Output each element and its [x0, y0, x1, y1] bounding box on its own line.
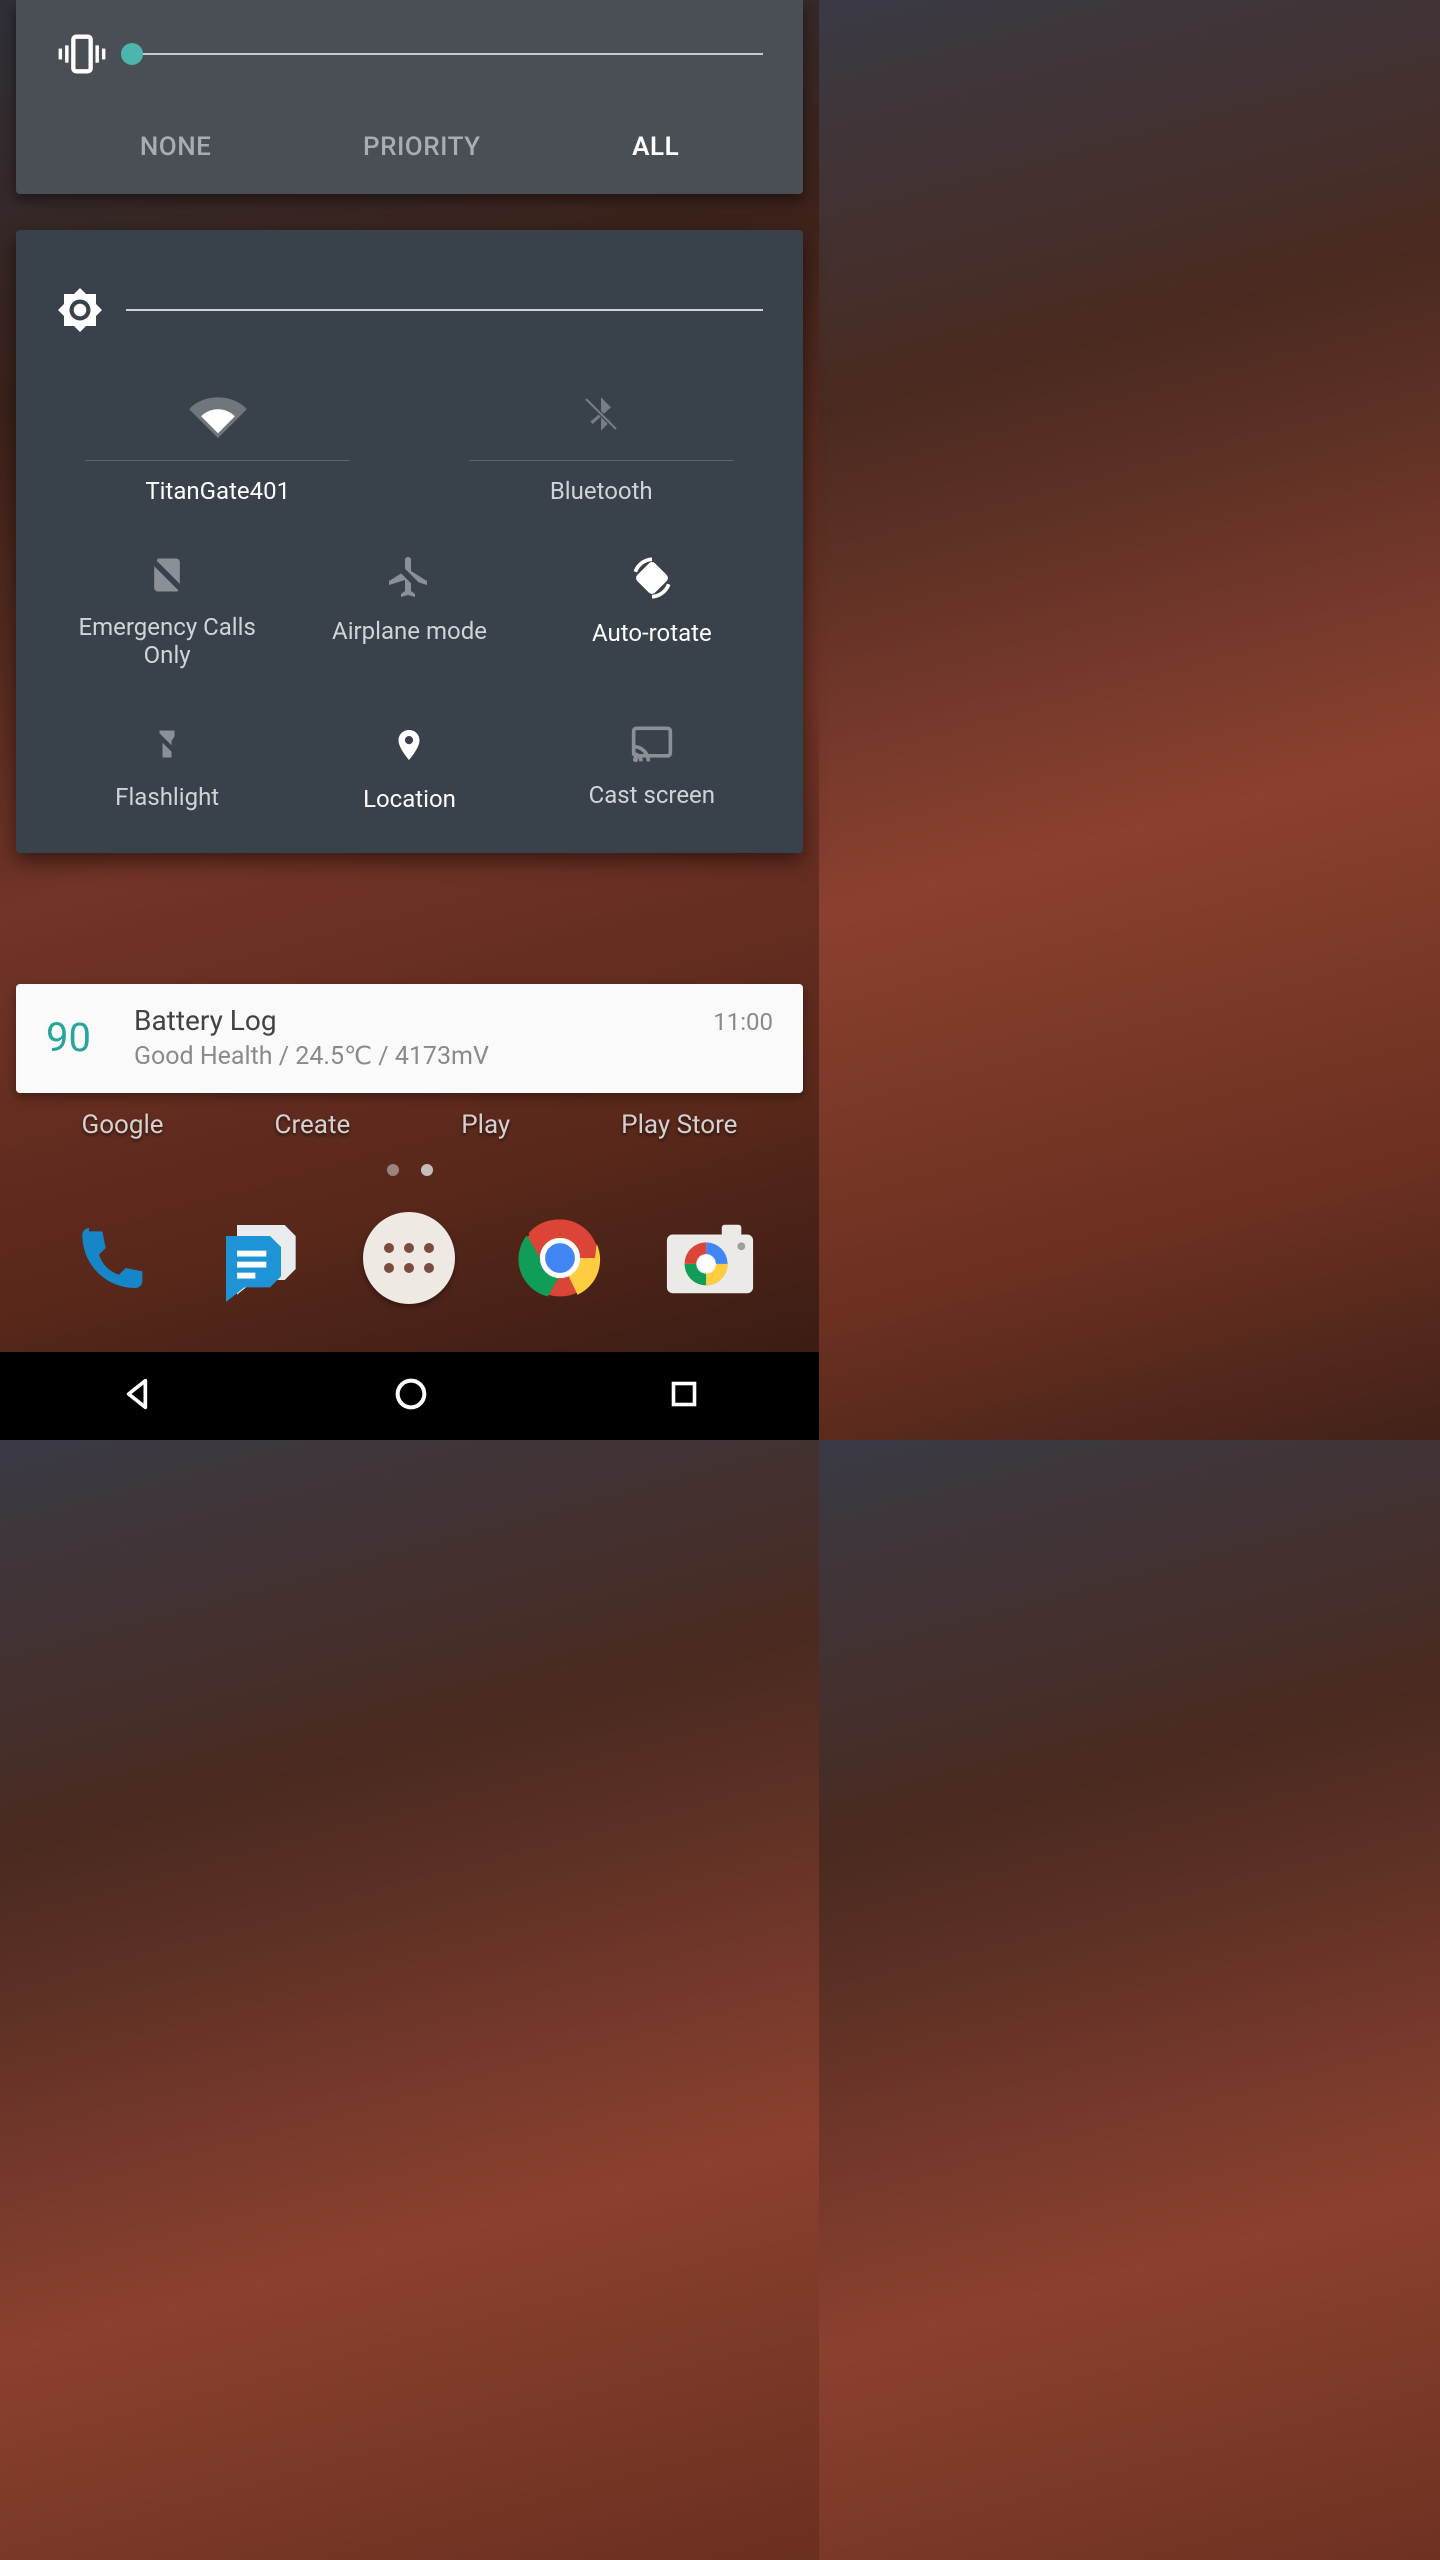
camera-icon	[663, 1218, 757, 1298]
tile-autorotate-label: Auto-rotate	[592, 619, 712, 647]
location-icon	[391, 721, 427, 769]
notification-text: Good Health / 24.5℃ / 4173mV	[134, 1041, 685, 1071]
app-drawer-icon	[363, 1212, 455, 1304]
notification-card[interactable]: 90 Battery Log Good Health / 24.5℃ / 417…	[16, 984, 803, 1093]
home-label: Play	[461, 1110, 510, 1140]
flashlight-off-icon	[149, 721, 185, 767]
page-dot[interactable]	[421, 1164, 433, 1176]
notification-title: Battery Log	[134, 1004, 685, 1037]
page-indicator	[387, 1164, 433, 1176]
tile-autorotate[interactable]: Auto-rotate	[541, 553, 763, 669]
tile-location[interactable]: Location	[298, 721, 520, 813]
page-dot[interactable]	[387, 1164, 399, 1176]
home-folder-labels: Google Create Play Play Store	[0, 1110, 819, 1140]
notification-badge: 90	[46, 1014, 106, 1061]
home-icon	[391, 1374, 431, 1414]
back-icon	[117, 1374, 157, 1414]
tile-location-label: Location	[363, 785, 456, 813]
dock-messages[interactable]	[211, 1210, 307, 1306]
cast-icon	[626, 721, 678, 765]
volume-slider-thumb[interactable]	[121, 43, 143, 65]
dock	[0, 1210, 819, 1306]
brightness-row	[56, 286, 763, 334]
nav-home[interactable]	[391, 1374, 431, 1418]
volume-slider[interactable]	[132, 53, 763, 55]
home-label: Play Store	[621, 1110, 737, 1140]
navigation-bar	[0, 1352, 819, 1440]
dock-chrome[interactable]	[512, 1210, 608, 1306]
autorotate-icon	[624, 553, 680, 603]
tile-wifi[interactable]: TitanGate401	[56, 390, 380, 505]
volume-row	[16, 24, 803, 104]
tile-cellular-label: Emergency Calls Only	[56, 613, 278, 669]
tile-airplane-label: Airplane mode	[332, 617, 487, 645]
chrome-icon	[518, 1216, 602, 1300]
home-label: Create	[275, 1110, 351, 1140]
tile-cast-label: Cast screen	[589, 781, 715, 809]
phone-icon	[69, 1218, 149, 1298]
tile-flashlight-label: Flashlight	[115, 783, 219, 811]
dock-camera[interactable]	[662, 1210, 758, 1306]
volume-panel: NONE PRIORITY ALL	[16, 0, 803, 194]
notification-time: 11:00	[713, 1008, 773, 1036]
tile-cellular[interactable]: Emergency Calls Only	[56, 553, 278, 669]
brightness-icon	[56, 286, 120, 334]
interruption-tabs: NONE PRIORITY ALL	[16, 104, 803, 194]
sim-off-icon	[145, 553, 189, 597]
home-label: Google	[81, 1110, 163, 1140]
tile-cast[interactable]: Cast screen	[541, 721, 763, 813]
tile-flashlight[interactable]: Flashlight	[56, 721, 278, 813]
wifi-icon	[188, 390, 248, 438]
dock-app-drawer[interactable]	[361, 1210, 457, 1306]
nav-back[interactable]	[117, 1374, 157, 1418]
tile-airplane[interactable]: Airplane mode	[298, 553, 520, 669]
messages-icon	[215, 1214, 303, 1302]
airplane-off-icon	[385, 553, 433, 601]
nav-recent[interactable]	[666, 1376, 702, 1416]
tile-bluetooth-label: Bluetooth	[550, 477, 653, 505]
tab-none[interactable]: NONE	[140, 132, 212, 162]
bluetooth-off-icon	[581, 390, 621, 438]
tab-all[interactable]: ALL	[632, 132, 679, 162]
brightness-slider[interactable]	[126, 309, 763, 311]
tab-priority[interactable]: PRIORITY	[363, 132, 481, 162]
recent-icon	[666, 1376, 702, 1412]
tile-wifi-label: TitanGate401	[145, 477, 290, 505]
dock-phone[interactable]	[61, 1210, 157, 1306]
notification-body: Battery Log Good Health / 24.5℃ / 4173mV	[134, 1004, 685, 1071]
quick-settings-panel: TitanGate401 Bluetooth Emergency Calls O…	[16, 230, 803, 853]
tile-bluetooth[interactable]: Bluetooth	[440, 390, 764, 505]
